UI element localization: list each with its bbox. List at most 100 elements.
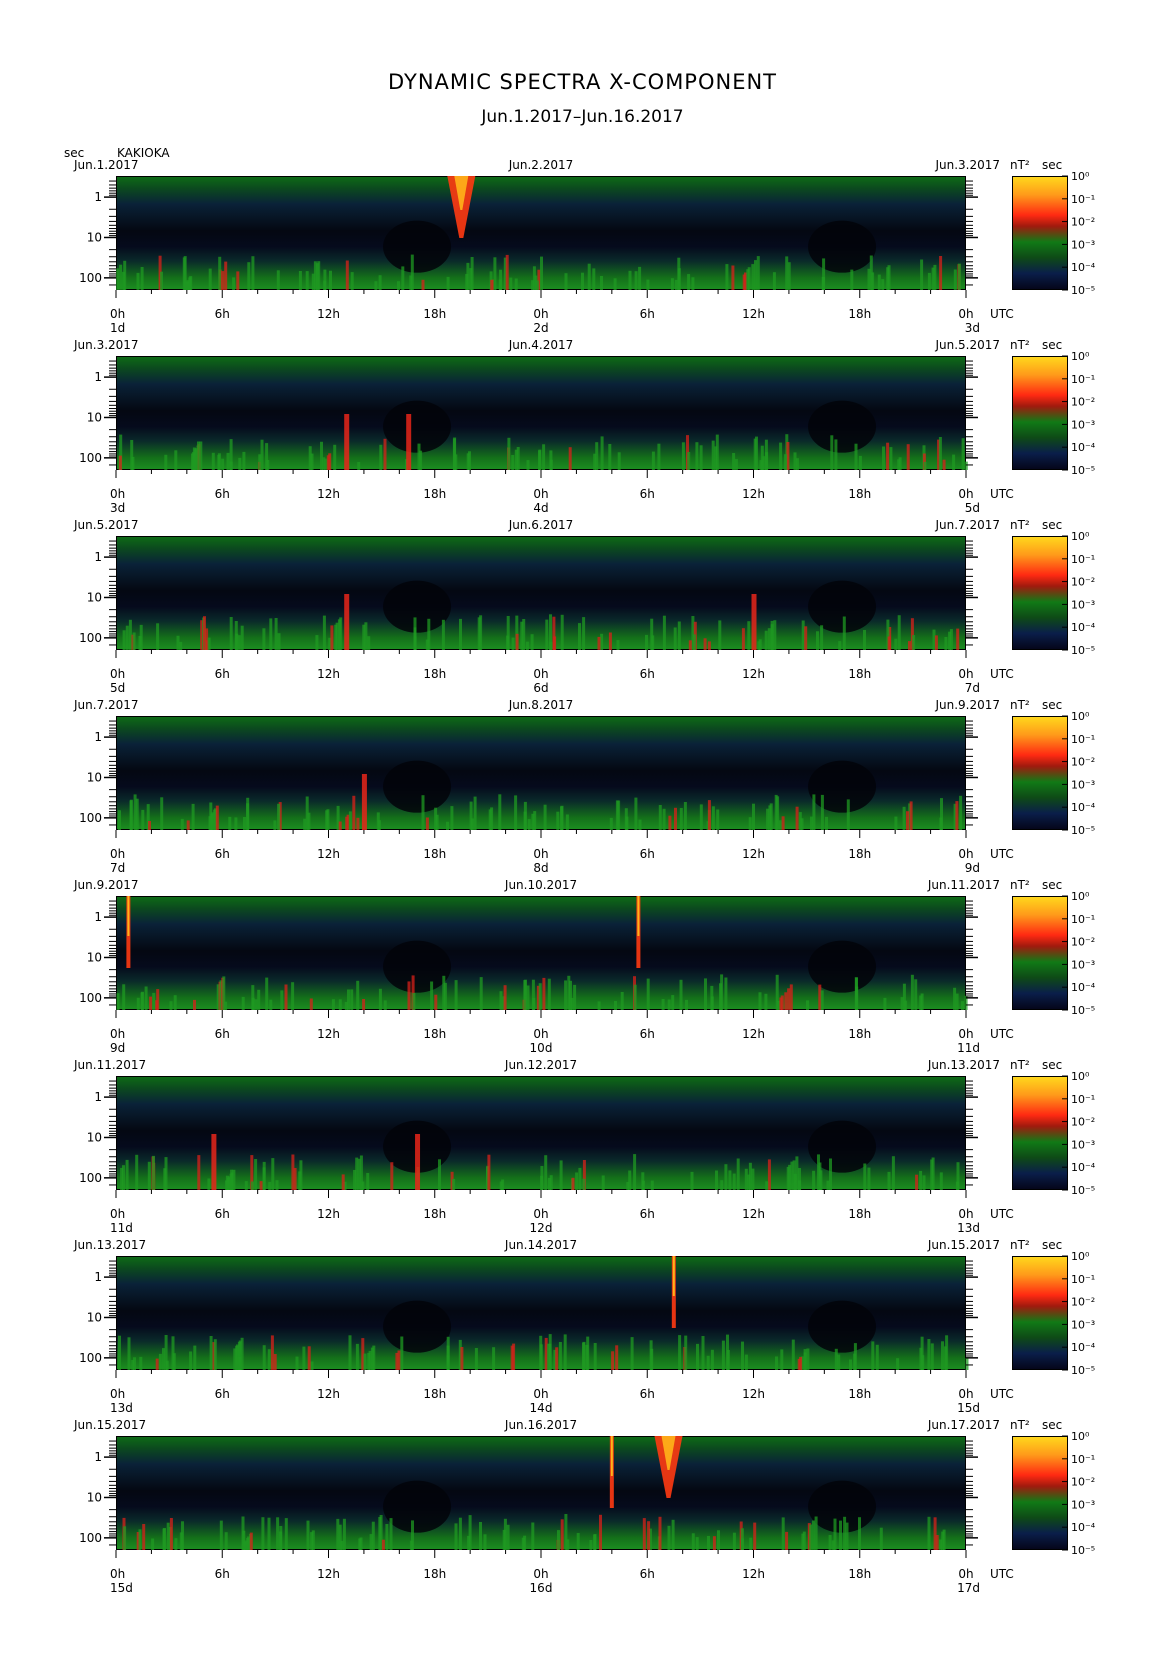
- activity-mark: [458, 1517, 462, 1550]
- utc-label: UTC: [990, 1567, 1014, 1581]
- activity-mark: [199, 441, 203, 470]
- activity-mark: [276, 1517, 280, 1550]
- activity-mark: [853, 1343, 857, 1370]
- spectrum-panel: Jun.3.2017 Jun.4.2017 Jun.5.2017 nT² sec 1 10 1…: [0, 338, 1165, 518]
- activity-mark: [446, 1345, 450, 1370]
- activity-mark: [468, 1515, 472, 1550]
- activity-mark: [454, 454, 458, 470]
- activity-mark: [123, 1526, 127, 1550]
- spectrum-panel: Jun.9.2017 Jun.10.2017 Jun.11.2017 nT² sec 1 1…: [0, 878, 1165, 1058]
- activity-mark: [543, 804, 547, 830]
- activity-mark: [949, 629, 953, 650]
- day-label: 3d: [965, 321, 980, 335]
- day-label: 2d: [533, 321, 548, 335]
- activity-mark: [764, 630, 768, 650]
- activity-mark: [533, 811, 537, 830]
- activity-mark: [172, 1353, 176, 1370]
- activity-mark: [646, 279, 650, 290]
- activity-mark: [207, 1178, 211, 1190]
- activity-mark: [762, 456, 766, 470]
- activity-mark: [381, 1539, 385, 1550]
- quiet-region: [808, 940, 877, 993]
- activity-mark: [527, 819, 531, 830]
- activity-mark: [155, 1358, 159, 1370]
- colorbar-tick-label: 10⁻⁴: [1071, 441, 1096, 454]
- quiet-region: [383, 400, 452, 453]
- quiet-region: [808, 400, 877, 453]
- activity-mark: [280, 990, 284, 1010]
- y-tick-label: 10: [87, 1490, 102, 1504]
- activity-mark: [877, 274, 881, 290]
- activity-mark: [850, 269, 854, 290]
- activity-mark: [217, 453, 221, 470]
- activity-mark: [575, 1172, 579, 1190]
- day-label: 9d: [965, 861, 980, 875]
- activity-mark: [645, 634, 648, 650]
- activity-mark: [668, 815, 672, 830]
- x-tick-label: 0h: [110, 1567, 125, 1581]
- event-mark: [344, 594, 350, 650]
- activity-mark: [507, 437, 511, 470]
- activity-mark: [244, 1181, 248, 1190]
- activity-mark: [128, 619, 132, 650]
- activity-mark: [509, 277, 513, 290]
- activity-mark: [560, 805, 564, 830]
- activity-mark: [696, 1343, 699, 1370]
- colorbar-tick-label: 10⁰: [1071, 1430, 1090, 1443]
- event-mark: [361, 774, 367, 830]
- activity-mark: [747, 267, 751, 290]
- activity-mark: [434, 994, 438, 1010]
- activity-mark: [362, 624, 366, 650]
- activity-mark: [131, 456, 135, 470]
- activity-mark: [582, 1178, 586, 1190]
- activity-mark: [119, 264, 123, 290]
- activity-mark: [246, 803, 250, 830]
- activity-mark: [139, 1356, 143, 1370]
- activity-mark: [267, 1349, 271, 1370]
- activity-mark: [749, 1537, 753, 1550]
- colorbar-tick-label: 10⁻³: [1071, 958, 1095, 971]
- day-label: 10d: [530, 1041, 553, 1055]
- x-tick-label: 0h: [533, 1387, 548, 1401]
- x-tick-label: 6h: [640, 487, 655, 501]
- activity-mark: [413, 617, 417, 650]
- colorbar-tick-label: 10⁻⁵: [1071, 644, 1095, 657]
- activity-mark: [919, 1170, 923, 1190]
- colorbar-tick-label: 10⁻⁵: [1071, 464, 1095, 477]
- activity-mark: [547, 978, 551, 1010]
- activity-mark: [122, 630, 126, 650]
- x-tick-label: 0h: [958, 1207, 973, 1221]
- activity-mark: [600, 276, 603, 290]
- activity-mark: [565, 814, 569, 830]
- activity-mark: [752, 803, 755, 830]
- activity-mark: [691, 277, 695, 290]
- activity-mark: [593, 1534, 597, 1550]
- y-tick-label: 1: [94, 370, 102, 384]
- activity-mark: [211, 452, 215, 470]
- panel-overlay: 1 10 100 0h 6h 12h 18h 0h 6h 12h 18h 0h UTC 11d 12d 13d…: [79, 1070, 1096, 1235]
- quiet-region: [383, 1480, 452, 1533]
- activity-mark: [956, 1162, 960, 1190]
- activity-mark: [162, 1348, 165, 1370]
- activity-mark: [479, 615, 483, 650]
- activity-mark: [385, 1524, 389, 1550]
- activity-mark: [799, 1356, 803, 1370]
- activity-mark: [756, 256, 760, 290]
- activity-mark: [523, 980, 527, 1010]
- activity-mark: [474, 1348, 478, 1370]
- activity-mark: [356, 817, 360, 830]
- activity-mark: [633, 1154, 637, 1190]
- activity-mark: [904, 1000, 908, 1010]
- activity-mark: [410, 254, 414, 290]
- activity-mark: [707, 1536, 710, 1550]
- event-mark: [406, 414, 412, 470]
- day-label: 1d: [110, 321, 125, 335]
- activity-mark: [846, 799, 850, 830]
- x-tick-label: 18h: [848, 1027, 871, 1041]
- activity-mark: [512, 1343, 516, 1370]
- activity-mark: [251, 1181, 254, 1190]
- x-tick-label: 6h: [640, 307, 655, 321]
- activity-mark: [867, 1167, 871, 1190]
- panel-overlay: 1 10 100 0h 6h 12h 18h 0h 6h 12h 18h 0h UTC 13d 14d 15d…: [79, 1250, 1096, 1415]
- activity-mark: [221, 458, 225, 470]
